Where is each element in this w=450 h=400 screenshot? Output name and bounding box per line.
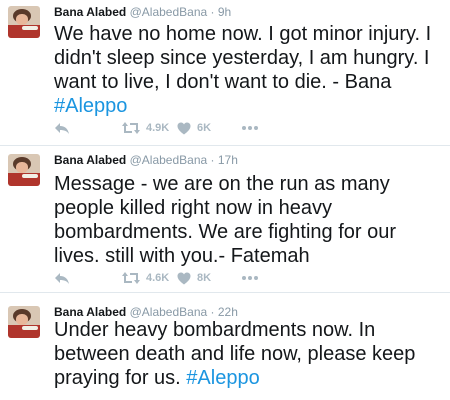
tweet-header: Bana Alabed @AlabedBana · 17h	[54, 153, 238, 167]
timestamp[interactable]: 9h	[218, 5, 231, 19]
tweet-header: Bana Alabed @AlabedBana · 22h	[54, 305, 238, 319]
reply-button[interactable]	[54, 269, 70, 287]
reply-button[interactable]	[54, 119, 70, 137]
tweet[interactable]: Bana Alabed @AlabedBana · 9h We have no …	[0, 0, 450, 144]
divider	[0, 145, 450, 146]
retweet-icon	[122, 121, 140, 135]
author-name[interactable]: Bana Alabed	[54, 305, 126, 319]
like-button[interactable]: 6K	[177, 119, 211, 137]
hashtag-link[interactable]: #Aleppo	[54, 95, 127, 117]
more-button[interactable]	[242, 119, 258, 137]
hashtag-link[interactable]: #Aleppo	[186, 367, 259, 389]
author-handle[interactable]: @AlabedBana	[130, 153, 208, 167]
separator: ·	[210, 153, 215, 167]
retweet-count: 4.6K	[146, 272, 170, 284]
like-button[interactable]: 8K	[177, 269, 211, 287]
divider	[0, 292, 450, 293]
tweet-text: Message - we are on the run as many peop…	[54, 172, 446, 268]
heart-icon	[177, 122, 191, 135]
tweet-header: Bana Alabed @AlabedBana · 9h	[54, 5, 231, 19]
more-button[interactable]	[242, 269, 258, 287]
retweet-icon	[122, 271, 140, 285]
reply-icon	[54, 121, 70, 135]
timestamp[interactable]: 17h	[218, 153, 238, 167]
tweet[interactable]: Bana Alabed @AlabedBana · 22h Under heav…	[0, 300, 450, 400]
retweet-count: 4.9K	[146, 122, 170, 134]
timestamp[interactable]: 22h	[218, 305, 238, 319]
like-count: 8K	[197, 272, 212, 284]
tweet-actions: 4.6K 8K	[54, 269, 314, 287]
like-count: 6K	[197, 122, 212, 134]
tweet-text: Under heavy bombardments now. In between…	[54, 318, 446, 390]
author-name[interactable]: Bana Alabed	[54, 153, 126, 167]
timeline: Bana Alabed @AlabedBana · 9h We have no …	[0, 0, 450, 400]
avatar[interactable]	[8, 6, 40, 38]
tweet-actions: 4.9K 6K	[54, 119, 314, 137]
separator: ·	[210, 305, 215, 319]
separator: ·	[210, 5, 215, 19]
tweet-text: We have no home now. I got minor injury.…	[54, 22, 446, 118]
reply-icon	[54, 271, 70, 285]
avatar[interactable]	[8, 306, 40, 338]
avatar[interactable]	[8, 154, 40, 186]
author-handle[interactable]: @AlabedBana	[130, 5, 208, 19]
author-handle[interactable]: @AlabedBana	[130, 305, 208, 319]
heart-icon	[177, 272, 191, 285]
tweet[interactable]: Bana Alabed @AlabedBana · 17h Message - …	[0, 148, 450, 290]
retweet-button[interactable]: 4.6K	[122, 269, 169, 287]
more-icon	[242, 276, 258, 280]
author-name[interactable]: Bana Alabed	[54, 5, 126, 19]
retweet-button[interactable]: 4.9K	[122, 119, 169, 137]
tweet-body: We have no home now. I got minor injury.…	[54, 23, 432, 93]
tweet-body: Message - we are on the run as many peop…	[54, 173, 397, 267]
more-icon	[242, 126, 258, 130]
